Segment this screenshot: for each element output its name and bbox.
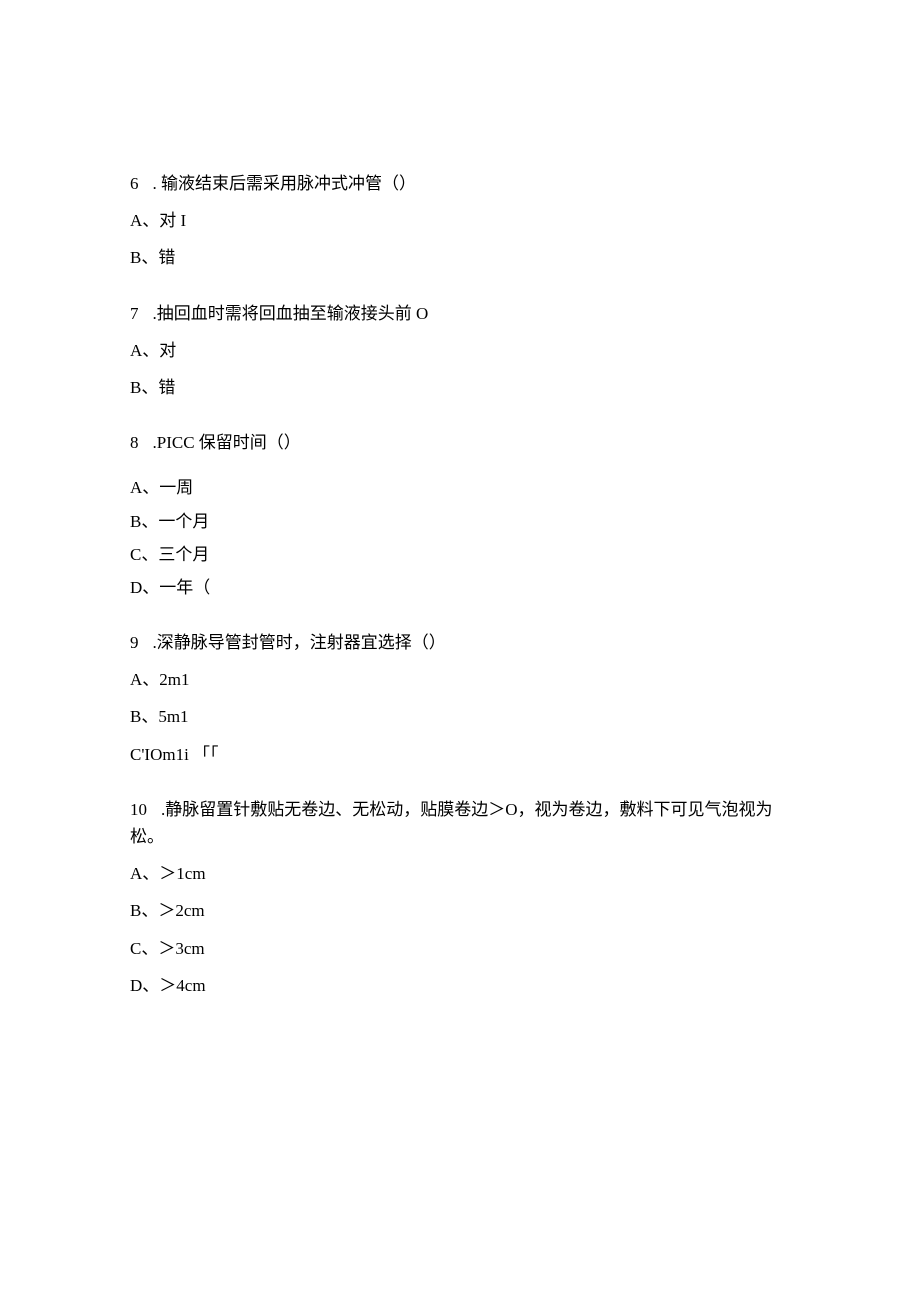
- question-7: 7 .抽回血时需将回血抽至输液接头前 O A、对 B、错: [130, 300, 790, 402]
- option-a: A、对 I: [130, 207, 790, 234]
- question-10: 10.静脉留置针敷贴无卷边、无松动，贴膜卷边＞O，视为卷边，敷料下可见气泡视为松…: [130, 796, 790, 999]
- option-b: B、一个月: [130, 508, 790, 535]
- question-text: 6 . 输液结束后需采用脉冲式冲管（）: [130, 170, 790, 197]
- question-number: 9: [130, 633, 139, 652]
- question-stem: .PICC 保留时间（）: [153, 433, 301, 452]
- question-stem: .深静脉导管封管时，注射器宜选择（）: [153, 633, 446, 652]
- option-c: C、＞3cm: [130, 935, 790, 962]
- question-stem: . 输液结束后需采用脉冲式冲管（）: [153, 174, 417, 193]
- question-number: 7: [130, 304, 139, 323]
- question-stem: .抽回血时需将回血抽至输液接头前 O: [153, 304, 429, 323]
- question-6: 6 . 输液结束后需采用脉冲式冲管（） A、对 I B、错: [130, 170, 790, 272]
- question-8: 8 .PICC 保留时间（） A、一周 B、一个月 C、三个月 D、一年（: [130, 429, 790, 601]
- option-a: A、2m1: [130, 666, 790, 693]
- option-a: A、＞1cm: [130, 860, 790, 887]
- option-c: C、三个月: [130, 541, 790, 568]
- option-a: A、对: [130, 337, 790, 364]
- option-b: B、错: [130, 374, 790, 401]
- option-d: D、＞4cm: [130, 972, 790, 999]
- option-b: B、错: [130, 244, 790, 271]
- option-b: B、5m1: [130, 703, 790, 730]
- question-stem: .静脉留置针敷贴无卷边、无松动，贴膜卷边＞O，视为卷边，敷料下可见气泡视为松。: [130, 800, 773, 846]
- question-number: 6: [130, 174, 139, 193]
- question-number: 8: [130, 433, 139, 452]
- question-text: 8 .PICC 保留时间（）: [130, 429, 790, 456]
- option-c: C'IOm1i 「「: [130, 741, 790, 768]
- option-a: A、一周: [130, 474, 790, 501]
- option-b: B、＞2cm: [130, 897, 790, 924]
- question-9: 9 .深静脉导管封管时，注射器宜选择（） A、2m1 B、5m1 C'IOm1i …: [130, 629, 790, 768]
- question-text: 7 .抽回血时需将回血抽至输液接头前 O: [130, 300, 790, 327]
- question-number: 10: [130, 800, 147, 819]
- question-text: 9 .深静脉导管封管时，注射器宜选择（）: [130, 629, 790, 656]
- option-d: D、一年（: [130, 574, 790, 601]
- question-text: 10.静脉留置针敷贴无卷边、无松动，贴膜卷边＞O，视为卷边，敷料下可见气泡视为松…: [130, 796, 790, 850]
